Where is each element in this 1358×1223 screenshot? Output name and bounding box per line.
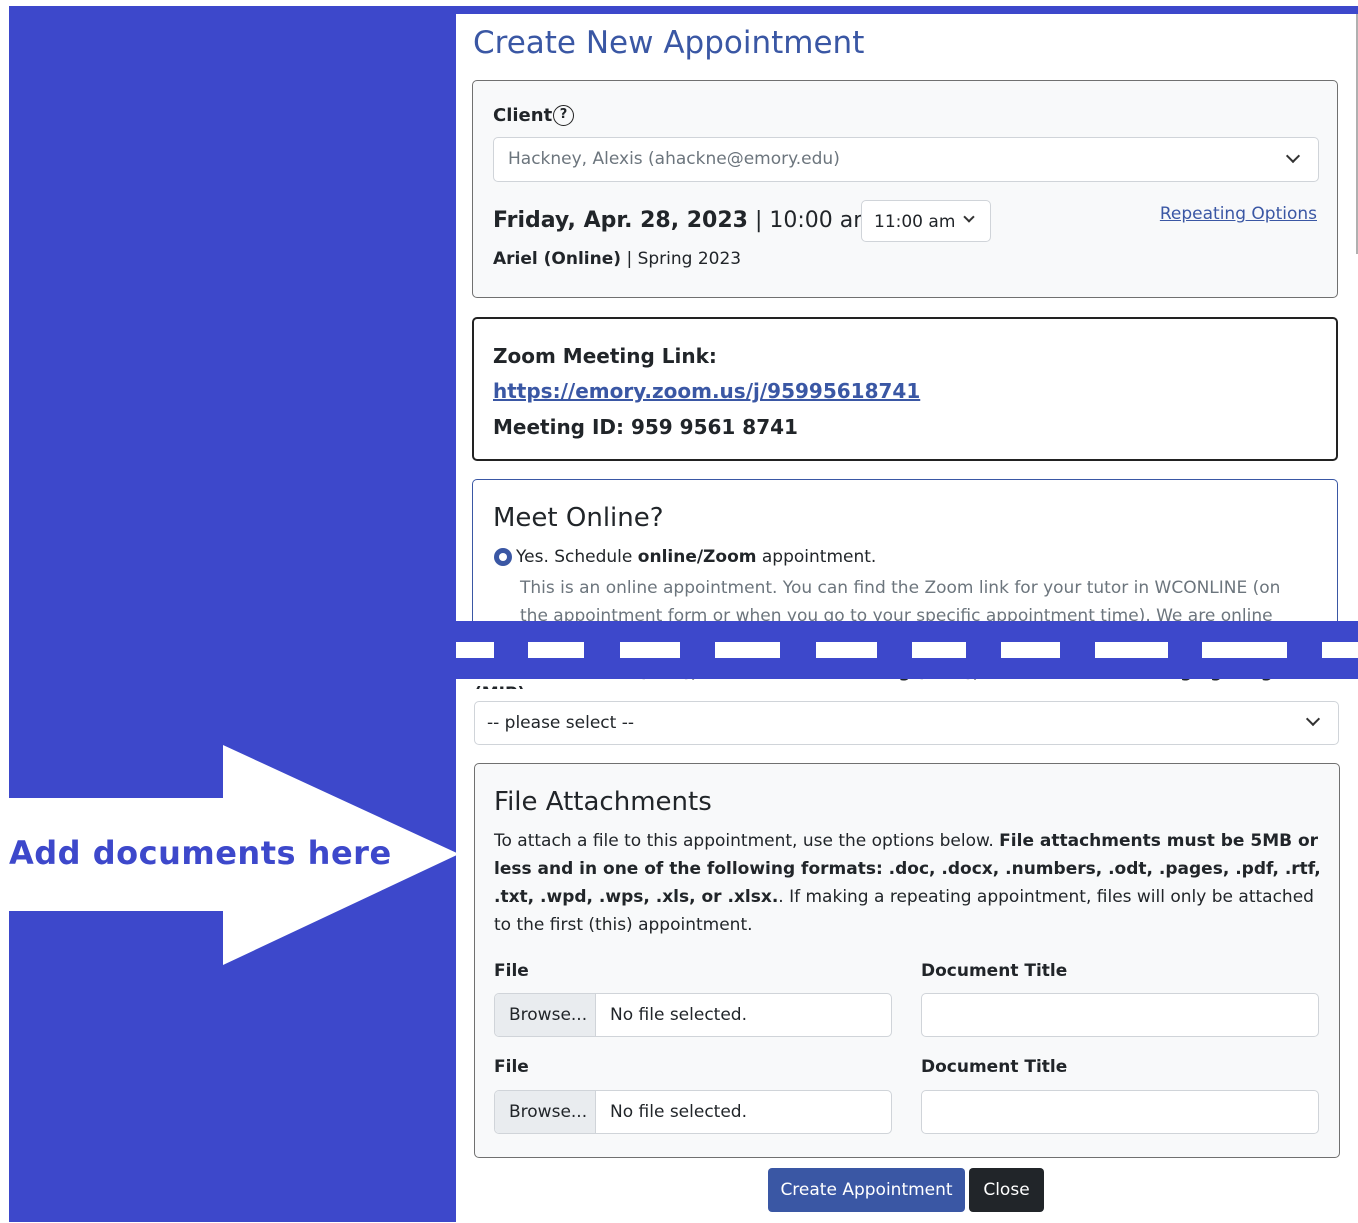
zoom-card: Zoom Meeting Link: https://emory.zoom.us… (472, 317, 1338, 461)
document-title-input[interactable] (921, 1090, 1319, 1134)
help-icon[interactable]: ? (553, 105, 574, 126)
browse-button[interactable]: Browse... (495, 994, 596, 1036)
client-select[interactable]: Hackney, Alexis (ahackne@emory.edu) (493, 137, 1319, 182)
file-input[interactable]: Browse... No file selected. (494, 993, 892, 1037)
document-title-input[interactable] (921, 993, 1319, 1037)
browse-button[interactable]: Browse... (495, 1091, 596, 1133)
file-label: File (494, 1057, 529, 1077)
page-title: Create New Appointment (473, 25, 865, 61)
school-select[interactable]: -- please select -- (474, 701, 1339, 745)
appointment-time-line: Friday, Apr. 28, 2023 | 10:00 am to (493, 208, 904, 233)
zoom-link[interactable]: https://emory.zoom.us/j/95995618741 (493, 379, 920, 403)
chevron-down-icon (1285, 148, 1301, 164)
online-yes-radio[interactable] (494, 548, 512, 566)
client-label: Client (493, 105, 553, 126)
end-time-select[interactable]: 11:00 am (861, 200, 991, 242)
annotation-panel (9, 6, 456, 1222)
create-appointment-button[interactable]: Create Appointment (768, 1168, 965, 1212)
online-yes-label[interactable]: Yes. Schedule online/Zoom appointment. (516, 547, 876, 567)
start-time: 10:00 am (769, 208, 875, 233)
close-button[interactable]: Close (969, 1168, 1044, 1212)
screenshot-cut-divider (456, 621, 1358, 679)
file-input[interactable]: Browse... No file selected. (494, 1090, 892, 1134)
term: Spring 2023 (637, 249, 742, 269)
annotation-label: Add documents here (9, 834, 392, 872)
chevron-down-icon (1305, 711, 1321, 727)
meeting-id: Meeting ID: 959 9561 8741 (493, 415, 798, 439)
zoom-label: Zoom Meeting Link: (493, 344, 717, 368)
annotation-top-strip (456, 6, 1358, 14)
file-label: File (494, 961, 529, 981)
chevron-down-icon (963, 211, 975, 223)
end-time-value: 11:00 am (874, 212, 956, 232)
file-status: No file selected. (610, 1005, 747, 1025)
school-select-placeholder: -- please select -- (487, 713, 634, 733)
meet-online-title: Meet Online? (493, 503, 664, 533)
file-status: No file selected. (610, 1102, 747, 1122)
document-title-label: Document Title (921, 961, 1068, 981)
document-title-label: Document Title (921, 1057, 1068, 1077)
file-attachments-description: To attach a file to this appointment, us… (494, 831, 1321, 935)
client-selected-value: Hackney, Alexis (ahackne@emory.edu) (508, 149, 840, 169)
file-attachments-card: File Attachments To attach a file to thi… (474, 763, 1340, 1158)
repeating-options-link[interactable]: Repeating Options (1160, 204, 1317, 224)
appointment-date: Friday, Apr. 28, 2023 (493, 208, 748, 233)
location-line: Ariel (Online) | Spring 2023 (493, 249, 742, 269)
client-card: Client ? Hackney, Alexis (ahackne@emory.… (472, 80, 1338, 298)
location: Ariel (Online) (493, 249, 622, 269)
file-attachments-title: File Attachments (494, 787, 712, 817)
